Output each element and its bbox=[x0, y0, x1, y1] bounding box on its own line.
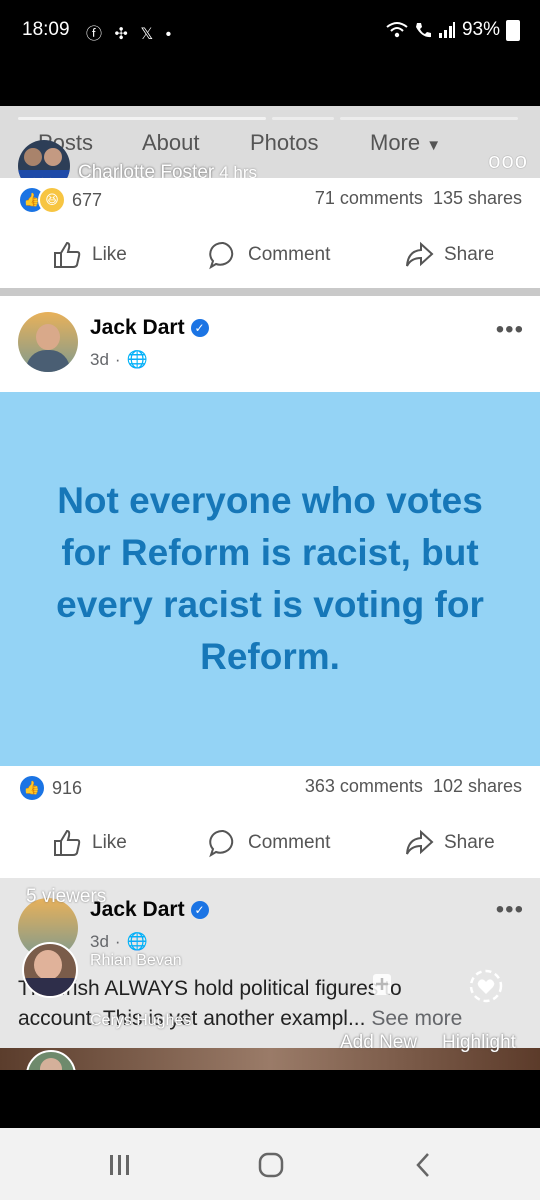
signal-icon bbox=[438, 22, 455, 38]
post-footer: 👍 916 363 comments 102 shares Like Comme… bbox=[0, 766, 540, 880]
battery-icon bbox=[506, 19, 520, 41]
post-time[interactable]: 3d bbox=[90, 350, 109, 370]
comment-count[interactable]: 71 comments bbox=[315, 188, 423, 208]
system-icons: 93% bbox=[386, 19, 520, 41]
post-header: Jack Dart ✓ 3d · 🌐 ••• bbox=[0, 296, 540, 392]
viewer-name: Cerys Hughes bbox=[90, 1012, 192, 1029]
post-text-line-1: The Irish ALWAYS hold political figures … bbox=[18, 977, 402, 1000]
tab-more[interactable]: More ▼ bbox=[370, 130, 441, 156]
story-progress-1 bbox=[18, 117, 266, 120]
globe-icon: 🌐 bbox=[126, 932, 148, 951]
post-meta: 3d · 🌐 bbox=[90, 350, 148, 370]
facebook-icon: ⓕ bbox=[86, 26, 107, 43]
add-new-icon[interactable] bbox=[370, 968, 400, 998]
tab-photos[interactable]: Photos bbox=[250, 130, 319, 156]
instagram-icon[interactable] bbox=[492, 236, 518, 262]
x-icon: 𝕏 bbox=[140, 26, 158, 43]
engagement-counts[interactable]: 363 comments 102 shares bbox=[305, 776, 522, 797]
reactions[interactable]: 👍 916 bbox=[18, 774, 82, 802]
post-time[interactable]: 3d bbox=[90, 932, 109, 952]
comment-icon bbox=[209, 829, 234, 858]
share-icon bbox=[406, 241, 434, 267]
home-icon[interactable] bbox=[258, 1152, 284, 1178]
system-nav-bar bbox=[0, 1128, 540, 1200]
post-text-banner[interactable]: Not everyone who votes for Reform is rac… bbox=[0, 392, 540, 766]
reactions[interactable]: 👍 😆 677 bbox=[18, 186, 102, 214]
viewer-avatar[interactable] bbox=[22, 942, 78, 998]
post-stats: 👍 916 363 comments 102 shares bbox=[0, 766, 540, 810]
story-viewer[interactable]: Posts About Photos More ▼ ★★★ Charlotte … bbox=[0, 106, 540, 1070]
dot-icon: • bbox=[165, 26, 176, 43]
engagement-counts[interactable]: 71 comments 135 shares bbox=[315, 188, 522, 209]
clock: 18:09 bbox=[22, 19, 70, 40]
chevron-up-icon[interactable] bbox=[22, 859, 52, 873]
post-text: Not everyone who votes for Reform is rac… bbox=[56, 480, 484, 677]
globe-icon: 🌐 bbox=[126, 350, 148, 369]
post-meta: 3d · 🌐 bbox=[90, 932, 148, 952]
comment-button[interactable]: Comment bbox=[208, 240, 330, 270]
share-icon bbox=[406, 829, 434, 855]
status-bar: 18:09 ⓕ ✣ 𝕏 • 93% bbox=[0, 0, 540, 62]
wifi-call-icon bbox=[415, 23, 431, 38]
like-button[interactable]: Like bbox=[52, 828, 127, 858]
reaction-count: 677 bbox=[72, 189, 103, 210]
post-options-icon[interactable]: ••• bbox=[496, 316, 524, 344]
notification-icons: ⓕ ✣ 𝕏 • bbox=[86, 20, 175, 44]
viewers-count[interactable]: 5 viewers bbox=[26, 886, 106, 908]
comment-button[interactable]: Comment bbox=[208, 828, 330, 858]
share-button[interactable]: Share bbox=[404, 828, 495, 858]
share-count[interactable]: 135 shares bbox=[433, 188, 522, 208]
like-button[interactable]: Like bbox=[52, 240, 127, 270]
post-stats: 👍 😆 677 71 comments 135 shares bbox=[0, 178, 540, 222]
reaction-count: 916 bbox=[52, 777, 83, 798]
like-reaction-icon: 👍 bbox=[18, 774, 46, 802]
comment-count[interactable]: 363 comments bbox=[305, 776, 423, 796]
story-progress-2 bbox=[272, 117, 334, 120]
author-name[interactable]: Jack Dart ✓ bbox=[90, 898, 209, 922]
battery-percent: 93% bbox=[461, 19, 500, 40]
thumbs-up-icon bbox=[54, 829, 81, 856]
post-card: 👍 😆 677 71 comments 135 shares Like Comm… bbox=[0, 178, 540, 288]
see-more-link[interactable]: See more bbox=[371, 1007, 462, 1030]
story-progress-3 bbox=[340, 117, 518, 120]
verified-badge-icon: ✓ bbox=[190, 319, 209, 337]
post-actions: Like Comment Share bbox=[0, 812, 540, 874]
author-name[interactable]: Jack Dart ✓ bbox=[90, 316, 209, 340]
recent-apps-icon[interactable] bbox=[108, 1154, 132, 1176]
thumbs-up-icon bbox=[54, 241, 81, 268]
feed-divider bbox=[0, 288, 540, 296]
highlight-icon[interactable] bbox=[468, 968, 504, 1004]
story-options-icon[interactable]: ooo bbox=[488, 148, 528, 174]
author-avatar[interactable] bbox=[18, 312, 78, 372]
verified-badge-icon: ✓ bbox=[190, 901, 209, 919]
comment-icon bbox=[209, 241, 234, 270]
chevron-down-icon: ▼ bbox=[426, 137, 442, 154]
pinwheel-icon: ✣ bbox=[114, 26, 132, 43]
post-actions: Like Comment Share bbox=[0, 224, 540, 286]
highlight-button[interactable]: Highlight bbox=[442, 1032, 516, 1054]
share-count[interactable]: 102 shares bbox=[433, 776, 522, 796]
add-new-button[interactable]: Add New bbox=[340, 1032, 417, 1054]
viewer-name: Rhian Bevan bbox=[90, 952, 182, 969]
haha-reaction-icon: 😆 bbox=[38, 186, 66, 214]
share-button[interactable]: Share bbox=[404, 240, 495, 270]
back-icon[interactable] bbox=[414, 1152, 432, 1178]
post-options-icon[interactable]: ••• bbox=[496, 896, 524, 924]
wifi-icon bbox=[386, 22, 408, 38]
